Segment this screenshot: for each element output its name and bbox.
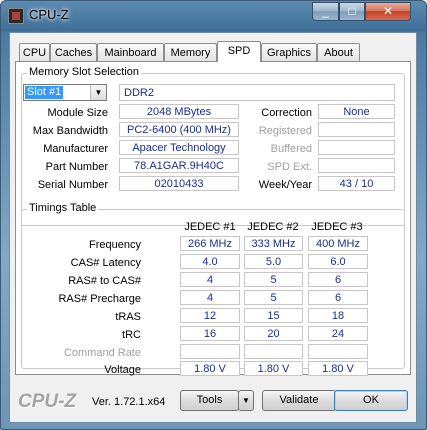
- ok-button[interactable]: OK: [334, 390, 408, 411]
- tab-memory[interactable]: Memory: [164, 43, 217, 61]
- timing-label-command-rate: Command Rate: [63, 347, 141, 359]
- cpu-z-logo: CPU-Z: [18, 391, 77, 412]
- tab-cpu[interactable]: CPU: [19, 43, 50, 61]
- timing-value: 5: [244, 272, 303, 287]
- window-title: CPU-Z: [29, 7, 69, 22]
- registered-value: [318, 122, 395, 137]
- module-size-label: Module Size: [47, 107, 108, 119]
- timing-value: 5.0: [244, 254, 303, 269]
- tab-caches[interactable]: Caches: [50, 43, 97, 61]
- timing-value: [180, 344, 240, 359]
- timing-value: 4: [180, 272, 240, 287]
- memory-slot-group-title: Memory Slot Selection: [27, 66, 142, 78]
- slot-select-value: Slot #1: [25, 86, 64, 99]
- correction-label: Correction: [261, 107, 312, 119]
- max-bandwidth-value: PC2-6400 (400 MHz): [119, 122, 239, 137]
- title-bar[interactable]: CPU-Z _ □ ✕: [1, 1, 426, 31]
- timing-value: [244, 344, 303, 359]
- column-header-jedec1: JEDEC #1: [184, 221, 236, 233]
- correction-value: None: [318, 104, 395, 119]
- max-bandwidth-label: Max Bandwidth: [32, 125, 108, 137]
- part-number-value: 78.A1GAR.9H40C: [119, 158, 239, 173]
- week-year-label: Week/Year: [258, 179, 312, 191]
- module-size-value: 2048 MBytes: [119, 104, 239, 119]
- serial-number-label: Serial Number: [37, 179, 108, 191]
- timing-value: 16: [180, 326, 240, 341]
- column-header-jedec3: JEDEC #3: [311, 221, 363, 233]
- timing-value: 1.80 V: [308, 361, 368, 376]
- chevron-down-icon[interactable]: ▼: [90, 85, 106, 100]
- slot-select[interactable]: Slot #1 ▼: [23, 84, 107, 101]
- timing-value: 15: [244, 308, 303, 323]
- tools-button[interactable]: Tools: [180, 390, 239, 411]
- memory-type-field: DDR2: [119, 84, 395, 101]
- week-year-value: 43 / 10: [318, 176, 395, 191]
- spd-ext-value: [318, 158, 395, 173]
- timing-value: 333 MHz: [244, 236, 303, 251]
- minimize-button[interactable]: _: [312, 2, 339, 21]
- timing-value: 6.0: [308, 254, 368, 269]
- manufacturer-value: Apacer Technology: [119, 140, 239, 155]
- timing-value: 1.80 V: [180, 361, 240, 376]
- registered-label: Registered: [258, 125, 312, 137]
- timings-group-title: Timings Table: [27, 202, 99, 214]
- timing-value: 24: [308, 326, 368, 341]
- timing-label-voltage: Voltage: [104, 364, 141, 376]
- timing-value: 4: [180, 290, 240, 305]
- timing-value: 18: [308, 308, 368, 323]
- tab-mainboard[interactable]: Mainboard: [97, 43, 164, 61]
- timing-value: 266 MHz: [180, 236, 240, 251]
- column-header-jedec2: JEDEC #2: [247, 221, 299, 233]
- buffered-value: [318, 140, 395, 155]
- part-number-label: Part Number: [45, 161, 108, 173]
- cpu-z-window: CPU-Z _ □ ✕ CPU Caches Mainboard Memory …: [0, 0, 427, 430]
- serial-number-value: 02010433: [119, 176, 239, 191]
- timing-value: 4.0: [180, 254, 240, 269]
- timing-label-frequency: Frequency: [89, 239, 141, 251]
- cpu-z-icon[interactable]: [8, 8, 24, 24]
- timing-label-tras: tRAS: [115, 311, 141, 323]
- tab-graphics[interactable]: Graphics: [261, 43, 317, 61]
- timing-label-cas-latency: CAS# Latency: [70, 257, 141, 269]
- spd-ext-label: SPD Ext.: [267, 161, 312, 173]
- client-area: CPU Caches Mainboard Memory SPD Graphics…: [9, 32, 417, 423]
- buffered-label: Buffered: [270, 143, 312, 155]
- maximize-button[interactable]: □: [339, 2, 365, 21]
- timing-value: 20: [244, 326, 303, 341]
- timing-label-ras-to-cas: RAS# to CAS#: [68, 275, 141, 287]
- spd-panel: Memory Slot Selection Slot #1 ▼ DDR2 Mod…: [15, 61, 411, 376]
- footer-bar: CPU-Z Ver. 1.72.1.x64 Tools ▼ Validate O…: [10, 381, 416, 421]
- timing-value: 5: [244, 290, 303, 305]
- chevron-down-icon[interactable]: ▼: [238, 390, 254, 411]
- manufacturer-label: Manufacturer: [43, 143, 108, 155]
- version-label: Ver. 1.72.1.x64: [92, 396, 166, 408]
- timing-value: [308, 344, 368, 359]
- timing-label-trc: tRC: [122, 329, 141, 341]
- timing-value: 6: [308, 272, 368, 287]
- timing-value: 6: [308, 290, 368, 305]
- timing-label-ras-precharge: RAS# Precharge: [58, 293, 141, 305]
- tab-spd[interactable]: SPD: [217, 41, 261, 62]
- tab-about[interactable]: About: [317, 43, 360, 61]
- timing-value: 12: [180, 308, 240, 323]
- timing-value: 1.80 V: [244, 361, 303, 376]
- close-button[interactable]: ✕: [365, 2, 411, 21]
- validate-button[interactable]: Validate: [262, 390, 336, 411]
- timing-value: 400 MHz: [308, 236, 368, 251]
